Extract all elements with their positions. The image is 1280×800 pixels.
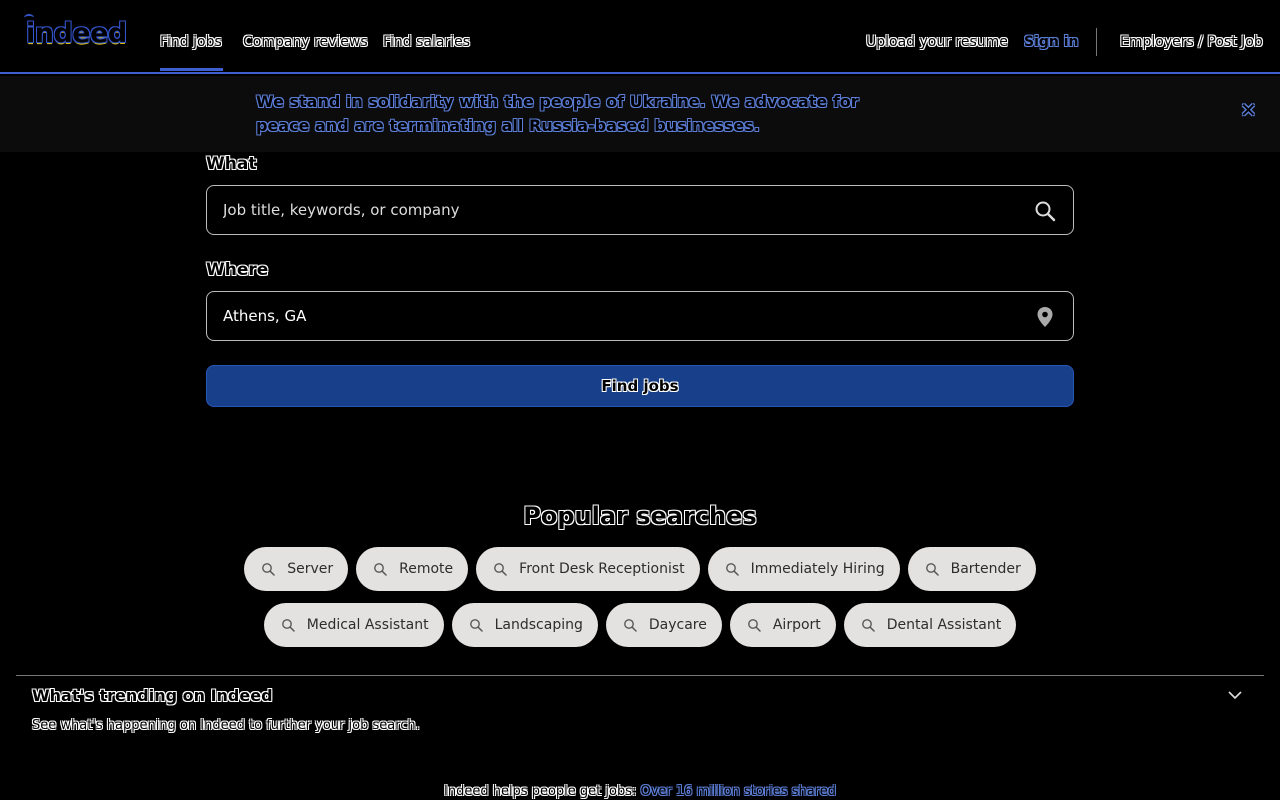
nav-find-salaries[interactable]: Find salaries (383, 34, 470, 54)
where-label: Where (206, 260, 269, 280)
search-icon (281, 619, 295, 632)
what-input[interactable] (223, 186, 1003, 234)
banner-message: We stand in solidarity with the people o… (256, 92, 859, 135)
popular-search-chip[interactable]: Landscaping (451, 603, 598, 647)
search-icon (861, 619, 875, 632)
site-header: indeed Find jobs Company reviews Find sa… (0, 0, 1280, 74)
upload-resume-link[interactable]: Upload your resume (866, 34, 1008, 54)
chevron-down-icon[interactable] (1226, 686, 1244, 704)
popular-search-chip[interactable]: Server (244, 547, 349, 591)
stories-link[interactable]: Over 16 million stories shared (641, 784, 836, 799)
sign-in-link[interactable]: Sign in (1024, 34, 1079, 54)
chip-label: Front Desk Receptionist (519, 561, 685, 577)
popular-search-chip[interactable]: Front Desk Receptionist (476, 547, 700, 591)
solidarity-banner: We stand in solidarity with the people o… (0, 76, 1280, 152)
chip-label: Remote (399, 561, 454, 577)
popular-searches-row-2: Medical Assistant Landscaping Daycare Airpo… (0, 603, 1280, 647)
trending-subtitle: See what's happening on Indeed to furthe… (32, 718, 420, 733)
popular-search-chip[interactable]: Bartender (907, 547, 1036, 591)
logo-arc-icon (24, 14, 34, 22)
trending-title[interactable]: What's trending on Indeed (32, 686, 273, 705)
chip-label: Landscaping (494, 617, 583, 633)
chip-label: Server (287, 561, 334, 577)
search-icon (494, 563, 507, 576)
search-icon (374, 563, 387, 576)
close-icon[interactable]: ✕ (1240, 100, 1257, 120)
where-input[interactable] (223, 292, 1003, 340)
chip-label: Daycare (648, 617, 707, 633)
what-label: What (206, 154, 257, 174)
search-icon (262, 563, 275, 576)
search-icon (925, 563, 939, 576)
chip-label: Airport (772, 617, 821, 633)
popular-search-chip[interactable]: Immediately Hiring (707, 547, 900, 591)
what-field (206, 185, 1074, 235)
indeed-logo[interactable]: indeed (24, 14, 127, 49)
popular-searches-row-1: Server Remote Front Desk Receptionist Immed… (0, 547, 1280, 591)
employers-post-job-link[interactable]: Employers / Post Job (1120, 34, 1263, 54)
popular-search-chip[interactable]: Remote (356, 547, 469, 591)
search-icon (623, 619, 637, 632)
popular-search-chip[interactable]: Dental Assistant (843, 603, 1017, 647)
popular-searches-title: Popular searches (523, 502, 757, 530)
search-icon (725, 563, 739, 576)
search-icon (469, 619, 483, 632)
chip-label: Bartender (950, 561, 1021, 577)
chip-label: Medical Assistant (306, 617, 429, 633)
popular-search-chip[interactable]: Daycare (605, 603, 722, 647)
popular-search-chip[interactable]: Airport (729, 603, 836, 647)
nav-find-jobs[interactable]: Find jobs (160, 34, 222, 54)
nav-company-reviews[interactable]: Company reviews (243, 34, 368, 54)
active-nav-indicator (160, 68, 223, 71)
header-divider (1096, 28, 1097, 56)
search-icon[interactable] (1033, 199, 1057, 223)
chip-label: Immediately Hiring (750, 561, 885, 577)
chip-label: Dental Assistant (886, 617, 1002, 633)
footer-text: Indeed helps people get jobs: (444, 784, 637, 799)
find-jobs-button[interactable]: Find jobs (206, 365, 1074, 407)
section-divider (16, 675, 1264, 676)
location-pin-icon (1037, 307, 1053, 327)
search-icon (747, 619, 761, 632)
where-field (206, 291, 1074, 341)
footer-tagline: Indeed helps people get jobs: Over 16 mi… (0, 784, 1280, 799)
popular-search-chip[interactable]: Medical Assistant (263, 603, 444, 647)
